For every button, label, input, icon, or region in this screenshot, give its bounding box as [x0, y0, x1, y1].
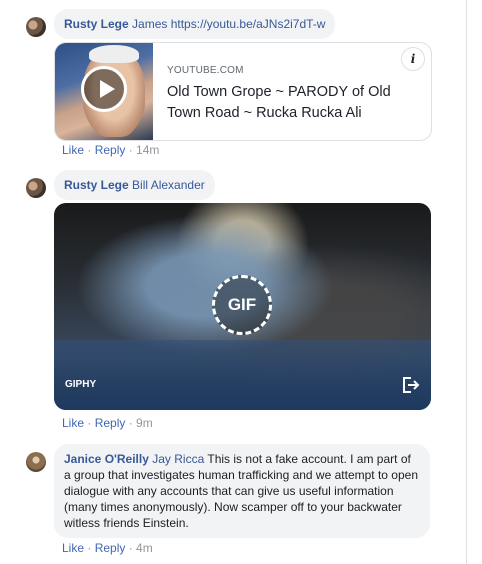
- mention-tag[interactable]: James: [132, 17, 167, 31]
- separator: ·: [125, 541, 137, 555]
- mention-tag[interactable]: Jay Ricca: [152, 452, 204, 466]
- like-button[interactable]: Like: [62, 541, 84, 555]
- link-preview-card[interactable]: YOUTUBE.COM Old Town Grope ~ PARODY of O…: [54, 42, 432, 141]
- comment-bubble: Janice O'Reilly Jay Ricca This is not a …: [54, 444, 430, 538]
- thumbnail-hair: [89, 45, 139, 63]
- timestamp[interactable]: 4m: [136, 541, 153, 555]
- comment-actions: Like · Reply · 14m: [62, 143, 159, 157]
- gif-play-badge[interactable]: GIF: [212, 275, 272, 335]
- preview-domain: YOUTUBE.COM: [167, 65, 244, 76]
- preview-title[interactable]: Old Town Grope ~ PARODY of Old Town Road…: [167, 82, 423, 124]
- timestamp[interactable]: 14m: [136, 143, 159, 157]
- avatar[interactable]: [26, 178, 46, 198]
- like-button[interactable]: Like: [62, 143, 84, 157]
- gif-attachment[interactable]: GIF GIPHY: [54, 203, 431, 410]
- comment-author[interactable]: Rusty Lege: [64, 178, 129, 192]
- gif-scene: [54, 340, 431, 410]
- comment-author[interactable]: Janice O'Reilly: [64, 452, 149, 466]
- avatar[interactable]: [26, 17, 46, 37]
- comment-bubble: Rusty Lege James https://youtu.be/aJNs2i…: [54, 9, 336, 39]
- avatar[interactable]: [26, 452, 46, 472]
- scrollbar-track[interactable]: [466, 0, 467, 564]
- reply-button[interactable]: Reply: [95, 416, 126, 430]
- separator: ·: [84, 416, 95, 430]
- mention-tag[interactable]: Bill Alexander: [132, 178, 205, 192]
- comment-author[interactable]: Rusty Lege: [64, 17, 129, 31]
- timestamp[interactable]: 9m: [136, 416, 153, 430]
- open-external-icon[interactable]: [400, 375, 420, 395]
- like-button[interactable]: Like: [62, 416, 84, 430]
- comment-actions: Like · Reply · 9m: [62, 416, 153, 430]
- comment-actions: Like · Reply · 4m: [62, 541, 153, 555]
- comment-bubble: Rusty Lege Bill Alexander: [54, 170, 215, 200]
- reply-button[interactable]: Reply: [95, 541, 126, 555]
- video-thumbnail[interactable]: [55, 43, 153, 140]
- separator: ·: [84, 143, 95, 157]
- giphy-label: GIPHY: [65, 379, 97, 390]
- info-icon[interactable]: i: [401, 47, 425, 71]
- separator: ·: [84, 541, 95, 555]
- separator: ·: [125, 143, 137, 157]
- reply-button[interactable]: Reply: [95, 143, 126, 157]
- play-icon[interactable]: [81, 66, 127, 112]
- separator: ·: [125, 416, 137, 430]
- comment-link[interactable]: https://youtu.be/aJNs2i7dT-w: [171, 17, 326, 31]
